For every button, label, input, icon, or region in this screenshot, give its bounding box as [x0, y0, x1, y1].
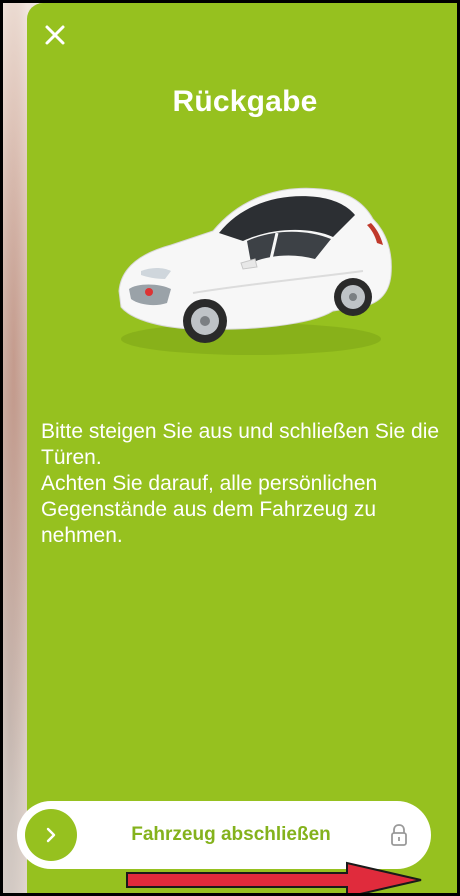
- slider-knob[interactable]: [25, 809, 77, 861]
- page-title: Rückgabe: [172, 85, 318, 118]
- close-button[interactable]: [41, 21, 69, 49]
- annotation-arrow: [126, 861, 422, 893]
- instructions-text: Bitte steigen Sie aus und schließen Sie …: [41, 419, 455, 549]
- slider-label: Fahrzeug abschließen: [131, 824, 331, 845]
- instruction-line-1: Bitte steigen Sie aus und schließen Sie …: [41, 420, 440, 469]
- chevron-right-icon: [46, 827, 56, 843]
- screenshot-frame: Rückgabe Bitte steigen Sie aus und schli…: [0, 0, 460, 896]
- lock-vehicle-slider[interactable]: Fahrzeug abschließen: [17, 801, 431, 869]
- return-sheet: Rückgabe Bitte steigen Sie aus und schli…: [27, 3, 457, 893]
- close-icon: [45, 25, 65, 45]
- instruction-line-2: Achten Sie darauf, alle persönlichen Geg…: [41, 472, 378, 547]
- lock-icon: [391, 824, 407, 846]
- car-illustration: [118, 187, 392, 355]
